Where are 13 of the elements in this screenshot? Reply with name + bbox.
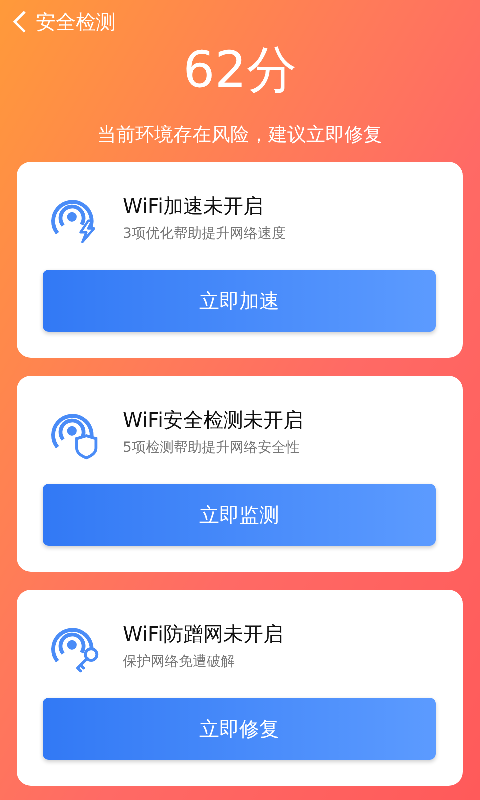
back-icon[interactable] — [12, 10, 28, 34]
card-subtitle: 5项检测帮助提升网络安全性 — [123, 439, 301, 458]
action-button[interactable]: 立即修复 — [43, 698, 436, 760]
score-text: 62分 — [182, 40, 298, 100]
card-title: WiFi防蹭网未开启 — [123, 621, 284, 648]
risk-message: 当前环境存在风险，建议立即修复 — [96, 123, 384, 148]
action-button[interactable]: 立即加速 — [43, 270, 436, 332]
card-title: WiFi加速未开启 — [123, 193, 264, 220]
card-title: WiFi安全检测未开启 — [123, 407, 304, 434]
action-button[interactable]: 立即监测 — [43, 484, 436, 546]
card-subtitle: 保护网络免遭破解 — [123, 653, 236, 672]
page-title: 安全检测 — [36, 8, 116, 36]
card-subtitle: 3项优化帮助提升网络速度 — [123, 225, 286, 244]
